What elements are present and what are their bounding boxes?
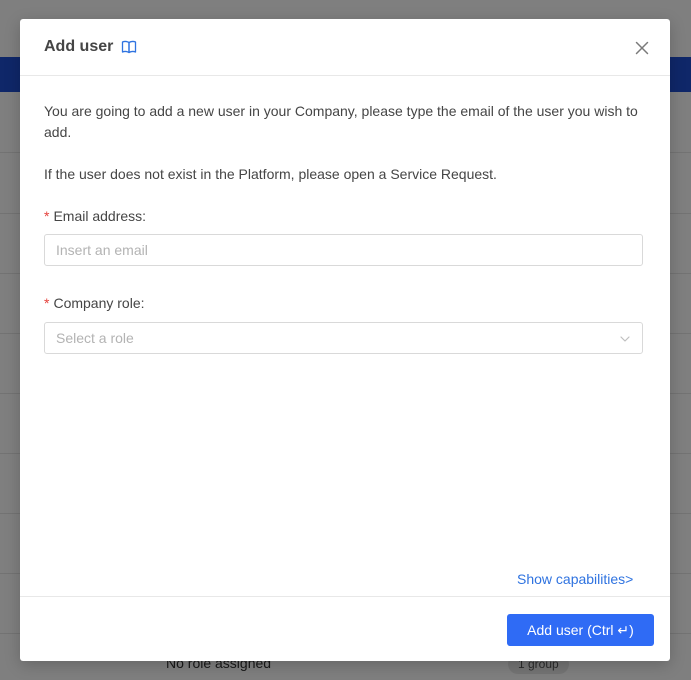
modal-header: Add user (20, 19, 670, 76)
intro-text: You are going to add a new user in your … (44, 103, 638, 140)
email-label: * Email address: (44, 206, 146, 226)
email-label-text: Email address: (53, 208, 147, 224)
add-user-button[interactable]: Add user (Ctrl ↵) (507, 614, 654, 646)
close-button[interactable] (632, 38, 652, 58)
add-user-modal: Add user You are going to add a new user… (20, 19, 670, 661)
modal-title: Add user (44, 38, 114, 55)
required-mark: * (44, 208, 50, 224)
chevron-down-icon (619, 332, 631, 344)
company-role-select[interactable]: Select a role (44, 322, 643, 354)
show-capabilities-link[interactable]: Show capabilities> (517, 571, 633, 587)
modal-footer: Add user (Ctrl ↵) (20, 596, 670, 661)
required-mark: * (44, 295, 50, 311)
book-open-icon[interactable] (121, 39, 137, 55)
close-icon (635, 41, 649, 55)
role-select-placeholder: Select a role (56, 330, 134, 346)
email-input[interactable] (44, 234, 643, 266)
notice-text: If the user does not exist in the Platfo… (44, 166, 497, 182)
role-label-text: Company role: (53, 295, 145, 311)
role-label: * Company role: (44, 293, 145, 313)
